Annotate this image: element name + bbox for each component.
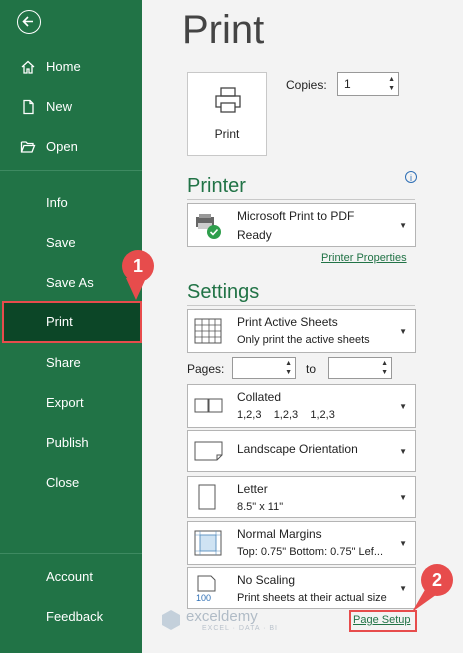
home-icon xyxy=(21,60,35,74)
spin-up-icon[interactable]: ▲ xyxy=(388,76,395,83)
nav-info[interactable]: Info xyxy=(0,184,142,222)
new-document-icon xyxy=(23,99,34,115)
nav-account-label: Account xyxy=(46,569,93,584)
spin-down-icon[interactable]: ▼ xyxy=(285,369,292,376)
nav-print[interactable]: Print xyxy=(4,303,140,341)
letter-page-icon xyxy=(198,484,216,510)
margins-icon xyxy=(194,530,222,556)
pages-to-label: to xyxy=(306,362,317,376)
nav-feedback-label: Feedback xyxy=(46,609,104,624)
nav-new[interactable]: New xyxy=(0,88,142,126)
orientation-dropdown[interactable]: Landscape Orientation ▼ xyxy=(187,430,416,472)
orientation-title: Landscape Orientation xyxy=(237,442,358,456)
spin-up-icon[interactable]: ▲ xyxy=(381,360,388,367)
nav-open-label: Open xyxy=(46,139,78,154)
printer-name: Microsoft Print to PDF xyxy=(237,209,355,223)
print-button[interactable]: Print xyxy=(187,72,267,156)
nav-account[interactable]: Account xyxy=(0,558,142,596)
collation-dropdown[interactable]: Collated 1,2,3 1,2,3 1,2,3 ▼ xyxy=(187,384,416,428)
chevron-down-icon: ▼ xyxy=(399,584,407,593)
printer-dropdown[interactable]: Microsoft Print to PDF Ready ▼ xyxy=(187,203,416,247)
nav-save-as[interactable]: Save As xyxy=(0,264,142,302)
folder-open-icon xyxy=(20,141,36,153)
arrow-left-icon xyxy=(22,16,33,27)
page-setup-link[interactable]: Page Setup xyxy=(353,614,411,626)
printer-divider xyxy=(187,199,415,200)
chevron-down-icon: ▼ xyxy=(399,221,407,230)
pages-from-input[interactable]: ▲ ▼ xyxy=(232,357,296,379)
scaling-dropdown[interactable]: 100 No Scaling Print sheets at their act… xyxy=(187,567,416,609)
nav-info-label: Info xyxy=(46,195,68,210)
printer-heading: Printer xyxy=(187,175,246,197)
sidebar-divider xyxy=(0,170,142,171)
watermark-tagline: EXCEL · DATA · BI xyxy=(202,625,278,632)
spin-down-icon[interactable]: ▼ xyxy=(381,369,388,376)
nav-close-label: Close xyxy=(46,475,80,490)
printer-ready-icon xyxy=(196,214,221,239)
nav-publish-label: Publish xyxy=(46,435,89,450)
nav-share[interactable]: Share xyxy=(0,344,142,382)
margins-title: Normal Margins xyxy=(237,527,322,541)
nav-save-label: Save xyxy=(46,235,76,250)
chevron-down-icon: ▼ xyxy=(399,539,407,548)
paper-size-title: Letter xyxy=(237,482,268,496)
exceldemy-logo-icon xyxy=(162,610,180,630)
step-badge-2: 2 xyxy=(421,564,453,596)
collation-desc: 1,2,3 1,2,3 1,2,3 xyxy=(237,409,335,421)
info-icon[interactable]: i xyxy=(405,171,417,183)
printer-icon xyxy=(215,87,241,113)
scaling-title: No Scaling xyxy=(237,573,296,587)
printer-properties-link[interactable]: Printer Properties xyxy=(321,252,407,264)
nav-save[interactable]: Save xyxy=(0,224,142,262)
sidebar-divider-bottom xyxy=(0,553,142,554)
chevron-down-icon: ▼ xyxy=(399,447,407,456)
scaling-desc: Print sheets at their actual size xyxy=(237,592,387,604)
nav-open[interactable]: Open xyxy=(0,128,142,166)
paper-size-desc: 8.5" x 11" xyxy=(237,501,284,513)
settings-divider xyxy=(187,305,415,306)
paper-size-dropdown[interactable]: Letter 8.5" x 11" ▼ xyxy=(187,476,416,518)
margins-dropdown[interactable]: Normal Margins Top: 0.75" Bottom: 0.75" … xyxy=(187,521,416,565)
nav-share-label: Share xyxy=(46,355,81,370)
margins-desc: Top: 0.75" Bottom: 0.75" Lef... xyxy=(237,546,384,558)
spin-down-icon[interactable]: ▼ xyxy=(388,85,395,92)
collated-icon xyxy=(194,398,223,413)
copies-input[interactable]: 1 ▲ ▼ xyxy=(337,72,399,96)
back-button[interactable] xyxy=(17,10,41,34)
nav-home[interactable]: Home xyxy=(0,48,142,86)
chevron-down-icon: ▼ xyxy=(399,402,407,411)
pages-to-input[interactable]: ▲ ▼ xyxy=(328,357,392,379)
sheet-grid-icon xyxy=(194,318,222,344)
nav-export[interactable]: Export xyxy=(0,384,142,422)
print-scope-dropdown[interactable]: Print Active Sheets Only print the activ… xyxy=(187,309,416,353)
exceldemy-watermark: exceldemy EXCEL · DATA · BI xyxy=(160,606,320,634)
print-scope-desc: Only print the active sheets xyxy=(237,334,370,346)
no-scaling-icon: 100 xyxy=(196,575,216,602)
print-pane: Print Print Copies: 1 ▲ ▼ Printer i Micr… xyxy=(142,0,463,653)
print-button-label: Print xyxy=(214,127,240,141)
backstage-sidebar: Home New Open Info Save Save As Print Sh… xyxy=(0,0,142,653)
settings-heading: Settings xyxy=(187,281,260,303)
landscape-page-icon xyxy=(194,441,223,461)
nav-print-label: Print xyxy=(46,314,73,329)
nav-publish[interactable]: Publish xyxy=(0,424,142,462)
nav-export-label: Export xyxy=(46,395,84,410)
pages-label: Pages: xyxy=(187,362,225,376)
spin-up-icon[interactable]: ▲ xyxy=(285,360,292,367)
watermark-name: exceldemy xyxy=(186,608,258,625)
svg-text:100: 100 xyxy=(196,593,211,602)
nav-feedback[interactable]: Feedback xyxy=(0,598,142,636)
nav-new-label: New xyxy=(46,99,73,114)
copies-label: Copies: xyxy=(286,78,327,92)
chevron-down-icon: ▼ xyxy=(399,493,407,502)
page-title: Print xyxy=(182,8,265,52)
printer-status: Ready xyxy=(237,228,272,242)
chevron-down-icon: ▼ xyxy=(399,327,407,336)
nav-home-label: Home xyxy=(46,59,81,74)
collation-title: Collated xyxy=(237,390,282,404)
nav-close[interactable]: Close xyxy=(0,464,142,502)
nav-save-as-label: Save As xyxy=(46,275,94,290)
copies-value: 1 xyxy=(344,77,351,91)
print-scope-title: Print Active Sheets xyxy=(237,315,338,329)
